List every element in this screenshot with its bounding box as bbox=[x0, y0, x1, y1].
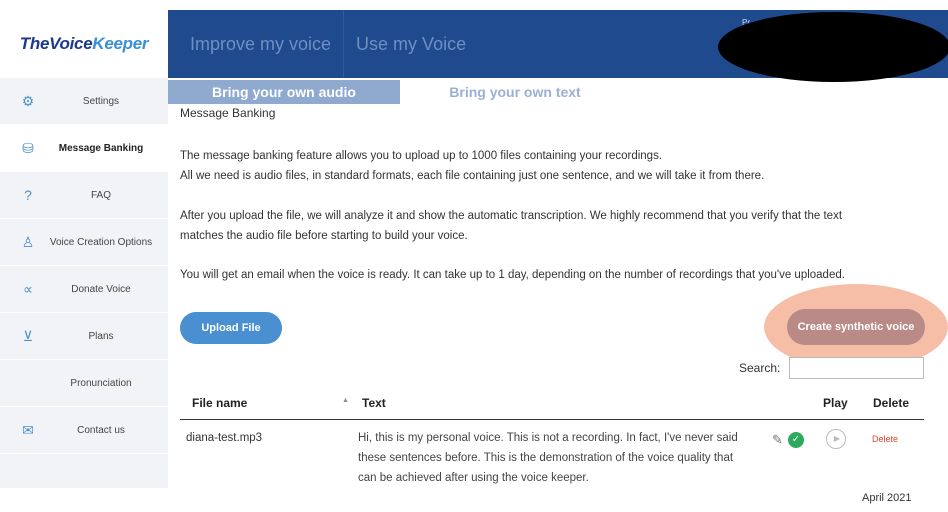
sidebar-item-label: Pronunciation bbox=[70, 377, 132, 389]
sidebar-item-contact-us[interactable]: ✉ Contact us bbox=[0, 407, 168, 454]
footer-date: April 2021 bbox=[862, 492, 912, 504]
sidebar-item-message-banking[interactable]: ⛁ Message Banking bbox=[0, 125, 168, 172]
sidebar-item-label: Donate Voice bbox=[71, 283, 131, 295]
column-header-text[interactable]: Text bbox=[362, 396, 386, 410]
search-label: Search: bbox=[739, 361, 781, 375]
delete-link[interactable]: Delete bbox=[872, 434, 898, 444]
sidebar-item-label: Message Banking bbox=[58, 142, 144, 154]
sidebar-item-label: Voice Creation Options bbox=[49, 236, 153, 248]
intro-line-2: All we need is audio files, in standard … bbox=[180, 170, 765, 182]
column-header-play: Play bbox=[823, 396, 848, 410]
search-input[interactable] bbox=[789, 357, 924, 379]
intro-line-1: The message banking feature allows you t… bbox=[180, 150, 663, 162]
sidebar-menu: ⚙ Settings ⛁ Message Banking ? FAQ ♙ Voi… bbox=[0, 78, 168, 454]
pencil-icon[interactable]: ✎ bbox=[772, 432, 783, 448]
sidebar-item-plans[interactable]: ⊻ Plans bbox=[0, 313, 168, 360]
sidebar-item-donate-voice[interactable]: ∝ Donate Voice bbox=[0, 266, 168, 313]
app-window: TheVoice Keeper ⚙ Settings ⛁ Message Bank… bbox=[0, 0, 948, 512]
upload-file-button[interactable]: Upload File bbox=[180, 312, 282, 344]
tab-bring-your-own-audio[interactable]: Bring your own audio bbox=[168, 80, 400, 104]
play-icon[interactable]: ▶ bbox=[826, 429, 846, 449]
nav-improve-my-voice[interactable]: Improve my voice bbox=[178, 32, 343, 56]
app-logo[interactable]: TheVoice Keeper bbox=[0, 10, 168, 78]
logo-part2: Keeper bbox=[92, 34, 149, 53]
tab-bring-your-own-text[interactable]: Bring your own text bbox=[400, 80, 630, 104]
sidebar-item-label: Plans bbox=[88, 330, 114, 342]
page-title: Message Banking bbox=[180, 106, 276, 120]
create-synthetic-voice-button[interactable]: Create synthetic voice bbox=[787, 309, 925, 345]
table-header: File name ▲ Text Play Delete bbox=[180, 390, 924, 420]
sidebar-item-label: FAQ bbox=[90, 189, 111, 201]
email-paragraph: You will get an email when the voice is … bbox=[180, 269, 845, 281]
intro-paragraph: The message banking feature allows you t… bbox=[180, 146, 930, 186]
nav-use-my-voice[interactable]: Use my Voice bbox=[344, 32, 478, 56]
sidebar-item-settings[interactable]: ⚙ Settings bbox=[0, 78, 168, 125]
top-nav: Improve my voice Use my Voice bbox=[178, 10, 478, 78]
redaction-blob bbox=[718, 12, 948, 82]
sidebar-item-pronunciation[interactable]: Pronunciation bbox=[0, 360, 168, 407]
transcription-line-1: After you upload the file, we will analy… bbox=[180, 210, 843, 222]
sidebar-item-label: Contact us bbox=[77, 424, 125, 436]
row-file-name: diana-test.mp3 bbox=[186, 432, 263, 444]
transcription-paragraph: After you upload the file, we will analy… bbox=[180, 206, 930, 246]
subtabs: Bring your own audio Bring your own text bbox=[168, 80, 948, 104]
sidebar-item-label: Settings bbox=[82, 95, 120, 107]
sidebar: TheVoice Keeper ⚙ Settings ⛁ Message Bank… bbox=[0, 10, 168, 488]
column-header-delete: Delete bbox=[873, 396, 910, 410]
check-icon: ✓ bbox=[788, 432, 804, 448]
logo-part1: TheVoice bbox=[19, 34, 93, 53]
row-text: Hi, this is my personal voice. This is n… bbox=[358, 432, 738, 484]
transcription-line-2: matches the audio file before starting t… bbox=[180, 230, 468, 242]
sidebar-item-faq[interactable]: ? FAQ bbox=[0, 172, 168, 219]
sidebar-item-voice-creation-options[interactable]: ♙ Voice Creation Options bbox=[0, 219, 168, 266]
sort-ascending-icon[interactable]: ▲ bbox=[342, 397, 349, 404]
column-header-file-name[interactable]: File name bbox=[192, 396, 247, 410]
